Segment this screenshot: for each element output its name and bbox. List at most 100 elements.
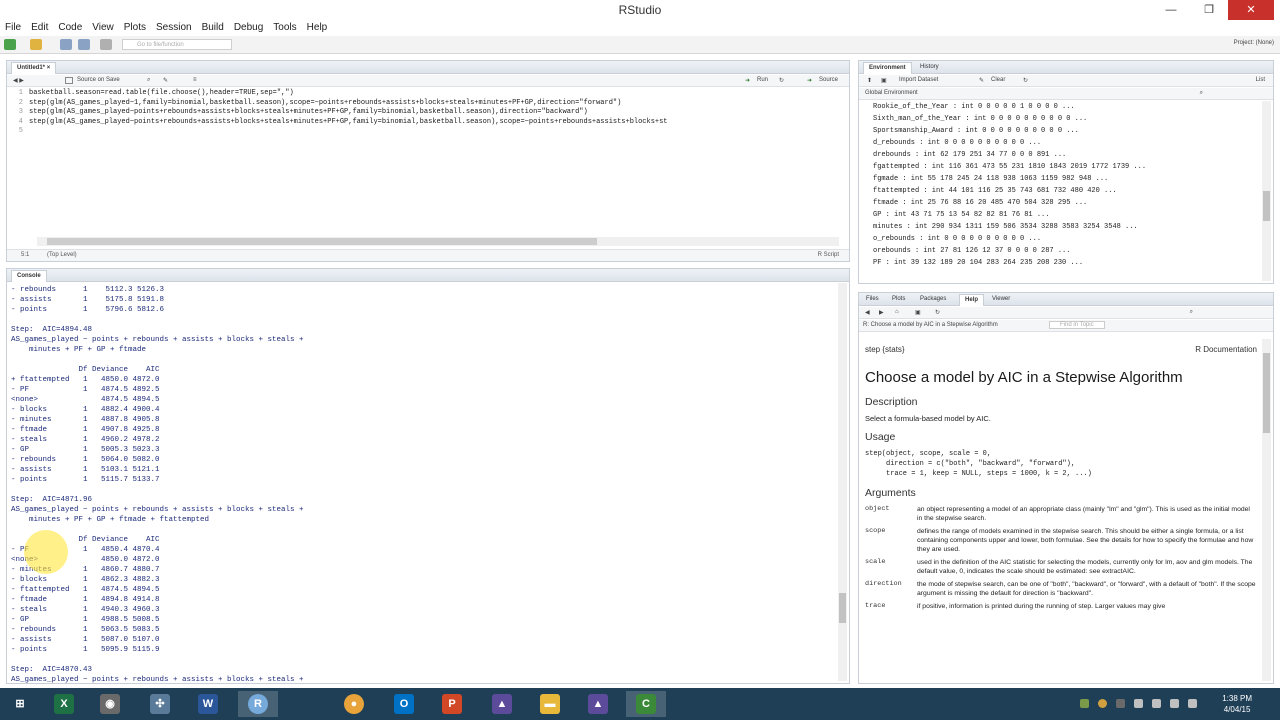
broom-icon[interactable]: ✎ xyxy=(979,77,984,84)
taskbar-app-mountain2[interactable]: ▲ xyxy=(578,691,618,717)
close-button[interactable]: ✕ xyxy=(1228,0,1274,20)
project-menu[interactable]: Project: (None) xyxy=(1234,40,1274,46)
scrollbar-thumb[interactable] xyxy=(47,238,597,245)
refresh-icon[interactable]: ↻ xyxy=(935,309,940,316)
taskbar-app-browser[interactable]: ◉ xyxy=(90,691,130,717)
menu-help[interactable]: Help xyxy=(302,21,333,35)
open-project-icon[interactable] xyxy=(30,39,42,50)
battery-icon[interactable] xyxy=(1188,699,1197,708)
taskbar-app-rstudio[interactable]: R xyxy=(238,691,278,717)
env-vertical-scrollbar[interactable] xyxy=(1262,101,1271,281)
run-button[interactable]: Run xyxy=(757,77,768,83)
save-all-icon[interactable] xyxy=(78,39,90,50)
help-topic-dropdown[interactable]: R: Choose a model by AIC in a Stepwise A… xyxy=(863,322,998,328)
menu-view[interactable]: View xyxy=(87,21,119,35)
environment-variable[interactable]: o_rebounds : int 0 0 0 0 0 0 0 0 0 0 ... xyxy=(873,233,1263,245)
network-tray-icon[interactable] xyxy=(1152,699,1161,708)
menu-tools[interactable]: Tools xyxy=(268,21,301,35)
goto-file-input[interactable]: Go to file/function xyxy=(122,39,232,50)
save-icon[interactable] xyxy=(60,39,72,50)
taskbar-app-outlook[interactable]: O xyxy=(384,691,424,717)
run-icon[interactable]: ➜ xyxy=(745,77,750,84)
scrollbar-thumb[interactable] xyxy=(839,593,846,623)
print-icon[interactable]: ▣ xyxy=(915,309,921,316)
wand-icon[interactable]: ✎ xyxy=(163,77,168,84)
menu-code[interactable]: Code xyxy=(53,21,87,35)
environment-variable[interactable]: ftmade : int 25 76 88 16 20 485 470 504 … xyxy=(873,197,1263,209)
tab-viewer[interactable]: Viewer xyxy=(987,294,1015,306)
menu-plots[interactable]: Plots xyxy=(119,21,151,35)
taskbar-app-excel[interactable]: X xyxy=(44,691,84,717)
scope-indicator[interactable]: (Top Level) xyxy=(47,252,77,258)
search-icon[interactable]: ⌕ xyxy=(1200,90,1203,97)
tab-history[interactable]: History xyxy=(915,62,944,74)
minimize-button[interactable]: — xyxy=(1158,0,1184,20)
menu-debug[interactable]: Debug xyxy=(229,21,268,35)
console-output[interactable]: - rebounds 1 5112.3 5126.3 - assists 1 51… xyxy=(11,285,837,685)
tab-console[interactable]: Console xyxy=(11,270,47,282)
tab-untitled1[interactable]: Untitled1* × xyxy=(11,62,57,74)
tab-packages[interactable]: Packages xyxy=(915,294,951,306)
source-button[interactable]: Source xyxy=(819,77,838,83)
environment-variable[interactable]: GP : int 43 71 75 13 54 82 82 81 76 81 .… xyxy=(873,209,1263,221)
taskbar-app-chrome[interactable]: ● xyxy=(334,691,374,717)
environment-variable[interactable]: PF : int 39 132 189 20 104 283 264 235 2… xyxy=(873,257,1263,269)
refresh-icon[interactable]: ↻ xyxy=(1023,77,1028,84)
menu-build[interactable]: Build xyxy=(197,21,229,35)
editor-horizontal-scrollbar[interactable] xyxy=(37,237,839,246)
taskbar-app-word[interactable]: W xyxy=(188,691,228,717)
menu-edit[interactable]: Edit xyxy=(26,21,53,35)
import-dataset-button[interactable]: Import Dataset xyxy=(899,77,938,83)
search-icon[interactable]: ⌕ xyxy=(1190,309,1193,316)
tab-files[interactable]: Files xyxy=(861,294,884,306)
search-icon[interactable]: ⌕ xyxy=(147,77,150,84)
source-icon[interactable]: ➜ xyxy=(807,77,812,84)
environment-variable[interactable]: Sportsmanship_Award : int 0 0 0 0 0 0 0 … xyxy=(873,125,1263,137)
environment-variable[interactable]: Sixth_man_of_the_Year : int 0 0 0 0 0 0 … xyxy=(873,113,1263,125)
environment-variable[interactable]: Rookie_of_the_Year : int 0 0 0 0 0 1 0 0… xyxy=(873,101,1263,113)
tray-icon[interactable] xyxy=(1080,699,1089,708)
help-vertical-scrollbar[interactable] xyxy=(1262,339,1271,681)
console-vertical-scrollbar[interactable] xyxy=(838,283,847,681)
environment-variable[interactable]: fgmade : int 55 178 245 24 118 938 1063 … xyxy=(873,173,1263,185)
chrome-tray-icon[interactable] xyxy=(1098,699,1107,708)
tab-plots[interactable]: Plots xyxy=(887,294,910,306)
environment-variable[interactable]: orebounds : int 27 81 126 12 37 0 0 0 0 … xyxy=(873,245,1263,257)
flag-icon[interactable] xyxy=(1134,699,1143,708)
rerun-icon[interactable]: ↻ xyxy=(779,77,784,84)
environment-variable[interactable]: minutes : int 290 934 1311 159 506 3534 … xyxy=(873,221,1263,233)
clear-button[interactable]: Clear xyxy=(991,77,1005,83)
forward-arrow-icon[interactable]: ▶ xyxy=(879,309,884,316)
taskbar-app-network[interactable]: ✣ xyxy=(140,691,180,717)
tab-help[interactable]: Help xyxy=(959,294,985,306)
environment-variable[interactable]: drebounds : int 62 179 251 34 77 0 0 0 8… xyxy=(873,149,1263,161)
maximize-button[interactable]: ❐ xyxy=(1196,0,1222,20)
taskbar-app-powerpoint[interactable]: P xyxy=(432,691,472,717)
list-view-button[interactable]: List xyxy=(1256,77,1265,83)
scrollbar-thumb[interactable] xyxy=(1263,191,1270,221)
taskbar-app-mountain[interactable]: ▲ xyxy=(482,691,522,717)
tab-environment[interactable]: Environment xyxy=(863,62,912,74)
find-in-topic-input[interactable]: Find in Topic xyxy=(1049,321,1105,329)
close-tab-icon[interactable]: × xyxy=(47,65,51,71)
code-area[interactable]: 1 basketball.season=read.table(file.choos… xyxy=(7,89,851,137)
load-workspace-icon[interactable]: ⬆ xyxy=(867,77,872,84)
taskbar-app-camtasia[interactable]: C xyxy=(626,691,666,717)
back-arrow-icon[interactable]: ◀ ▶ xyxy=(13,77,24,84)
environment-variable[interactable]: d_rebounds : int 0 0 0 0 0 0 0 0 0 0 ... xyxy=(873,137,1263,149)
file-type-indicator[interactable]: R Script xyxy=(818,252,839,258)
source-on-save-checkbox[interactable] xyxy=(65,77,73,84)
taskbar-clock[interactable]: 1:38 PM 4/04/15 xyxy=(1222,693,1252,715)
home-icon[interactable]: ⌂ xyxy=(895,309,899,315)
new-file-icon[interactable] xyxy=(4,39,16,50)
list-icon[interactable]: ≡ xyxy=(193,77,197,83)
back-arrow-icon[interactable]: ◀ xyxy=(865,309,870,316)
menu-file[interactable]: File xyxy=(0,21,26,35)
print-icon[interactable] xyxy=(100,39,112,50)
scope-dropdown[interactable]: Global Environment xyxy=(865,90,918,96)
menu-session[interactable]: Session xyxy=(151,21,197,35)
tray-icon[interactable] xyxy=(1116,699,1125,708)
scrollbar-thumb[interactable] xyxy=(1263,353,1270,433)
start-button[interactable]: ⊞ xyxy=(0,691,40,717)
environment-variable[interactable]: ftattempted : int 44 101 116 25 35 743 6… xyxy=(873,185,1263,197)
